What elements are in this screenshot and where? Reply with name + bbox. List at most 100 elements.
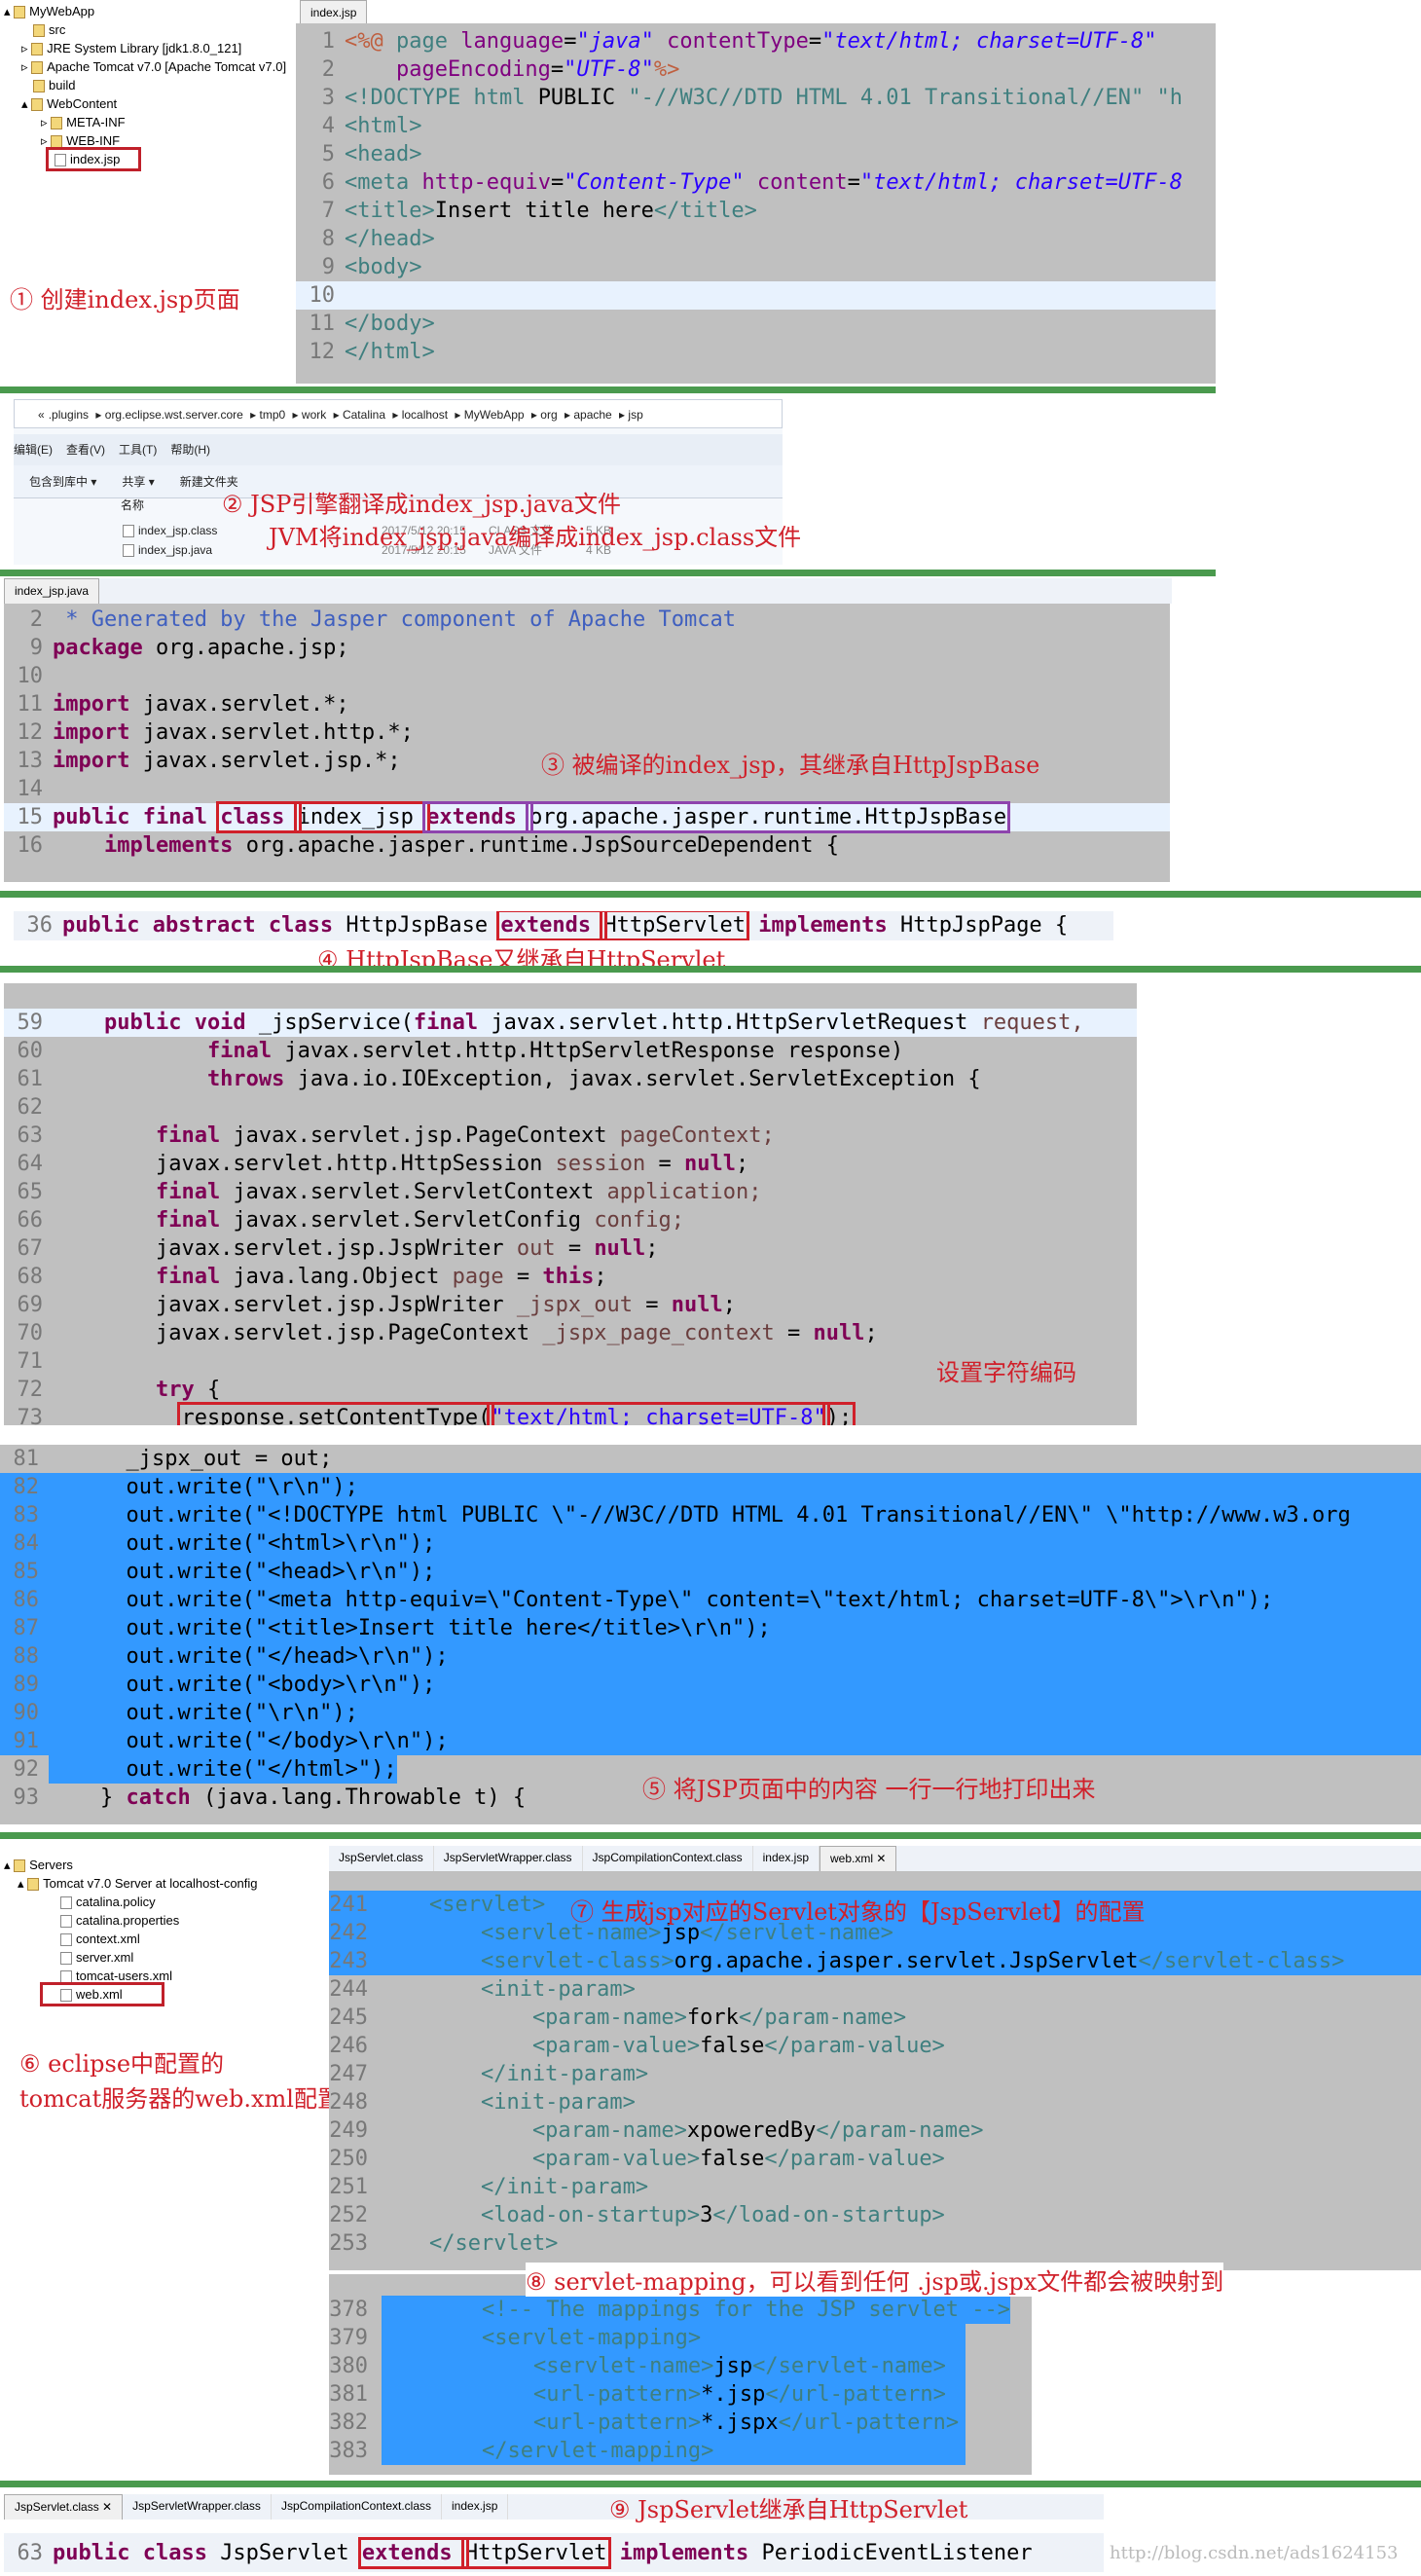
- code-line[interactable]: 243 <servlet-class>org.apache.jasper.ser…: [329, 1947, 1421, 1975]
- breadcrumb-item[interactable]: work: [302, 408, 326, 422]
- include-in-library-button[interactable]: 包含到库中 ▾: [29, 475, 96, 489]
- code-line[interactable]: 245 <param-name>fork</param-name>: [329, 2004, 1421, 2032]
- code-line[interactable]: 73 response.setContentType("text/html; c…: [4, 1402, 1137, 1425]
- code-line[interactable]: 2 pageEncoding="UTF-8"%>: [296, 55, 1216, 84]
- tree-item[interactable]: tomcat-users.xml: [4, 1967, 258, 1985]
- tree-item[interactable]: ▹ META-INF: [4, 113, 286, 131]
- code-line[interactable]: 87 out.write("<title>Insert title here</…: [0, 1614, 1421, 1642]
- tab-index-jsp[interactable]: index.jsp: [300, 0, 368, 25]
- breadcrumb-item[interactable]: MyWebApp: [464, 408, 525, 422]
- tree-item[interactable]: server.xml: [4, 1948, 258, 1967]
- code-line[interactable]: 380 <servlet-name>jsp</servlet-name>: [329, 2352, 966, 2380]
- code-line[interactable]: 382 <url-pattern>*.jspx</url-pattern>: [329, 2409, 966, 2437]
- breadcrumb-item[interactable]: Catalina: [343, 408, 385, 422]
- code-line[interactable]: 251 </init-param>: [329, 2173, 1421, 2201]
- code-line[interactable]: 10: [296, 281, 1216, 310]
- code-line[interactable]: 247 </init-param>: [329, 2060, 1421, 2088]
- menu-edit[interactable]: 编辑(E): [14, 443, 53, 457]
- code-line[interactable]: 67 javax.servlet.jsp.JspWriter out = nul…: [4, 1234, 1137, 1263]
- code-line[interactable]: 381 <url-pattern>*.jsp</url-pattern>: [329, 2380, 966, 2409]
- tree-item[interactable]: ▴ MyWebApp: [4, 2, 286, 20]
- tree-item[interactable]: ▹ Apache Tomcat v7.0 [Apache Tomcat v7.0…: [4, 57, 286, 76]
- column-name[interactable]: 名称: [121, 497, 144, 513]
- code-line[interactable]: 378 <!-- The mappings for the JSP servle…: [329, 2296, 1011, 2324]
- editor-tab[interactable]: JspServlet.class: [329, 1846, 434, 1871]
- tab-index-jsp-java[interactable]: index_jsp.java: [4, 578, 100, 604]
- code-line[interactable]: 383 </servlet-mapping>: [329, 2437, 966, 2465]
- code-line[interactable]: 3 <!DOCTYPE html PUBLIC "-//W3C//DTD HTML…: [296, 84, 1216, 112]
- code-line[interactable]: 89 out.write("<body>\r\n");: [0, 1671, 1421, 1699]
- code-line[interactable]: 250 <param-value>false</param-value>: [329, 2145, 1421, 2173]
- code-line[interactable]: 85 out.write("<head>\r\n");: [0, 1558, 1421, 1586]
- code-line[interactable]: 8 </head>: [296, 225, 1216, 253]
- code-line[interactable]: 60 final javax.servlet.http.HttpServletR…: [4, 1037, 1137, 1065]
- breadcrumb-item[interactable]: «: [38, 408, 45, 422]
- code-line[interactable]: 246 <param-value>false</param-value>: [329, 2032, 1421, 2060]
- editor-tab[interactable]: JspCompilationContext.class: [272, 2494, 443, 2520]
- code-line[interactable]: 64 javax.servlet.http.HttpSession sessio…: [4, 1150, 1137, 1178]
- editor-tab[interactable]: index.jsp: [753, 1846, 820, 1871]
- breadcrumb-item[interactable]: tmp0: [260, 408, 286, 422]
- tree-item-web-xml[interactable]: web.xml: [40, 1982, 164, 2006]
- code-line[interactable]: 88 out.write("</head>\r\n");: [0, 1642, 1421, 1671]
- editor-tab[interactable]: JspCompilationContext.class: [583, 1846, 753, 1871]
- breadcrumb-item[interactable]: .plugins: [49, 408, 89, 422]
- code-line[interactable]: 63 public class JspServlet extends HttpSe…: [4, 2537, 1104, 2569]
- code-line[interactable]: 91 out.write("</body>\r\n");: [0, 1727, 1421, 1755]
- code-line[interactable]: 249 <param-name>xpoweredBy</param-name>: [329, 2116, 1421, 2145]
- address-bar[interactable]: «.plugins ▸ org.eclipse.wst.server.core …: [14, 399, 783, 428]
- breadcrumb-item[interactable]: apache: [573, 408, 611, 422]
- menu-help[interactable]: 帮助(H): [170, 443, 210, 457]
- editor-tab[interactable]: JspServletWrapper.class: [123, 2494, 272, 2520]
- tree-item[interactable]: catalina.policy: [4, 1893, 258, 1911]
- tree-item[interactable]: build: [4, 76, 286, 94]
- breadcrumb-item[interactable]: org.eclipse.wst.server.core: [105, 408, 243, 422]
- code-line[interactable]: 2 * Generated by the Jasper component of…: [4, 606, 1170, 634]
- code-line[interactable]: 83 out.write("<!DOCTYPE html PUBLIC \"-/…: [0, 1501, 1421, 1529]
- code-line[interactable]: 59 public void _jspService(final javax.s…: [4, 1009, 1137, 1037]
- code-line[interactable]: 9 <body>: [296, 253, 1216, 281]
- menu-tools[interactable]: 工具(T): [119, 443, 157, 457]
- code-line[interactable]: 63 final javax.servlet.jsp.PageContext p…: [4, 1122, 1137, 1150]
- code-line[interactable]: 248 <init-param>: [329, 2088, 1421, 2116]
- code-line[interactable]: 9 package org.apache.jsp;: [4, 634, 1170, 662]
- code-line[interactable]: 86 out.write("<meta http-equiv=\"Content…: [0, 1586, 1421, 1614]
- jspservlet-editor[interactable]: 63 public class JspServlet extends HttpSe…: [4, 2533, 1104, 2572]
- code-line[interactable]: 253 </servlet>: [329, 2229, 1421, 2258]
- code-line[interactable]: 81 _jspx_out = out;: [0, 1445, 1421, 1473]
- code-line[interactable]: 252 <load-on-startup>3</load-on-startup>: [329, 2201, 1421, 2229]
- code-line[interactable]: 7 <title>Insert title here</title>: [296, 197, 1216, 225]
- code-line[interactable]: 61 throws java.io.IOException, javax.ser…: [4, 1065, 1137, 1093]
- code-line[interactable]: 5 <head>: [296, 140, 1216, 168]
- code-line[interactable]: 6 <meta http-equiv="Content-Type" content…: [296, 168, 1216, 197]
- code-line[interactable]: 244 <init-param>: [329, 1975, 1421, 2004]
- code-line[interactable]: 379 <servlet-mapping>: [329, 2324, 966, 2352]
- tree-item[interactable]: src: [4, 20, 286, 39]
- code-line[interactable]: 90 out.write("\r\n");: [0, 1699, 1421, 1727]
- code-line[interactable]: 62: [4, 1093, 1137, 1122]
- servlet-mapping-editor[interactable]: 378 <!-- The mappings for the JSP servle…: [329, 2274, 1032, 2475]
- code-line[interactable]: 84 out.write("<html>\r\n");: [0, 1529, 1421, 1558]
- editor-tab[interactable]: index.jsp: [442, 2494, 509, 2520]
- code-line[interactable]: 70 javax.servlet.jsp.PageContext _jspx_p…: [4, 1319, 1137, 1347]
- jsp-editor[interactable]: 1 <%@ page language="java" contentType="t…: [296, 23, 1216, 384]
- code-line[interactable]: 16 implements org.apache.jasper.runtime.…: [4, 831, 1170, 860]
- code-line[interactable]: 10: [4, 662, 1170, 690]
- code-line[interactable]: 11 </body>: [296, 310, 1216, 338]
- menu-view[interactable]: 查看(V): [66, 443, 105, 457]
- share-button[interactable]: 共享 ▾: [122, 475, 154, 489]
- tree-item-index-jsp[interactable]: index.jsp: [46, 147, 141, 171]
- code-line[interactable]: 69 javax.servlet.jsp.JspWriter _jspx_out…: [4, 1291, 1137, 1319]
- breadcrumb-item[interactable]: localhost: [402, 408, 448, 422]
- httpjspbase-editor[interactable]: 36 public abstract class HttpJspBase exte…: [14, 911, 1113, 940]
- code-line[interactable]: 4 <html>: [296, 112, 1216, 140]
- tree-item[interactable]: ▴ Servers: [4, 1856, 258, 1874]
- code-line[interactable]: 68 final java.lang.Object page = this;: [4, 1263, 1137, 1291]
- breadcrumb-item[interactable]: jsp: [628, 408, 642, 422]
- code-line[interactable]: 1 <%@ page language="java" contentType="t…: [296, 27, 1216, 55]
- code-line[interactable]: 11 import javax.servlet.*;: [4, 690, 1170, 718]
- code-line[interactable]: 12 </html>: [296, 338, 1216, 366]
- breadcrumb-item[interactable]: org: [540, 408, 557, 422]
- editor-tab[interactable]: web.xml ✕: [820, 1846, 897, 1871]
- tree-item[interactable]: ▹ JRE System Library [jdk1.8.0_121]: [4, 39, 286, 57]
